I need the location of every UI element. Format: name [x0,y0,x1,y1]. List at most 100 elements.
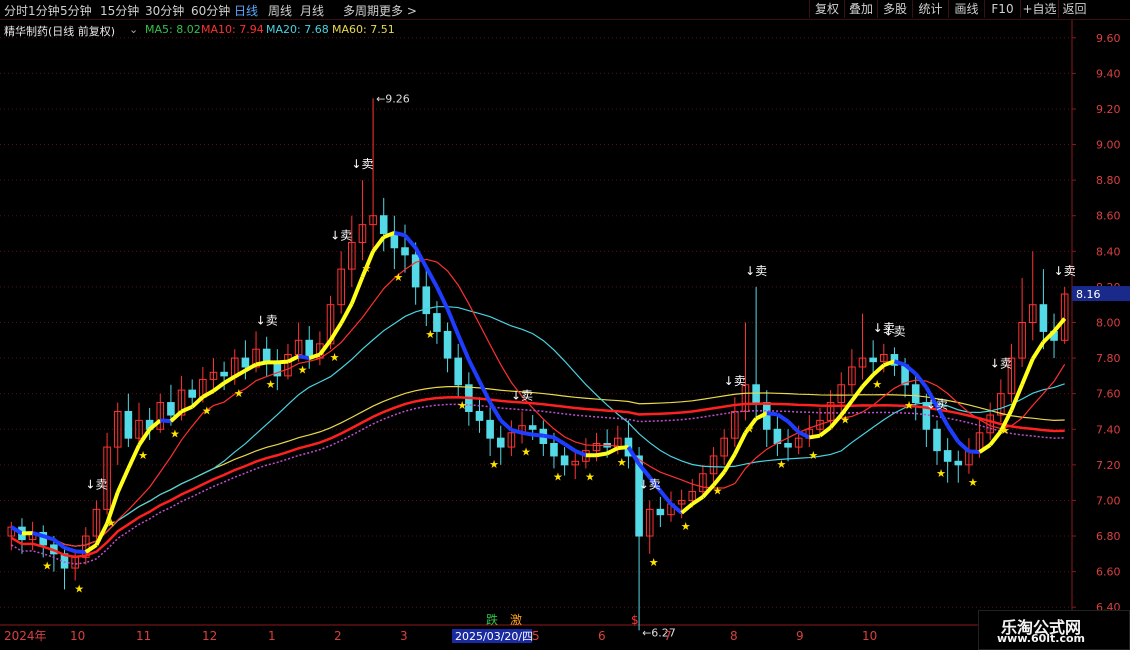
price-tick-label: 9.20 [1096,103,1121,116]
month-label: 6 [598,629,606,643]
sell-signal: ↓卖 [639,477,661,491]
month-label: 10 [70,629,85,643]
trend-ribbon-segment [467,358,482,383]
period-tab-8[interactable]: 月线 [300,2,324,19]
trend-ribbon-segment [978,443,992,454]
trend-ribbon-segment [287,354,300,364]
price-tick-label: 8.40 [1096,245,1121,258]
price-tick-label: 6.60 [1096,566,1121,579]
trend-ribbon-segment [722,453,737,473]
period-tab-5[interactable]: 60分钟 [191,2,230,19]
candle-body [869,357,877,363]
trend-ribbon-segment [776,412,790,424]
trend-ribbon-segment [339,302,354,325]
buy-star-signal: ★ [808,449,818,462]
buy-star-signal: ★ [202,405,212,418]
month-label: 2 [334,629,342,643]
candle-body [475,410,484,421]
period-tab-0[interactable]: 分时 [4,2,28,19]
buy-star-signal: ★ [553,470,563,483]
tool-button-7[interactable]: 返回 [1058,0,1090,18]
period-tab-4[interactable]: 30分钟 [145,2,184,19]
month-label: 8 [730,629,738,643]
buy-star-signal: ★ [649,556,659,569]
period-tab-9[interactable]: 多周期 [343,2,379,19]
buy-star-signal: ★ [489,458,499,471]
month-label: 9 [796,629,804,643]
ji-label: 激 [510,613,522,627]
buy-star-signal: ★ [42,559,52,572]
sell-signal: ↓卖 [330,228,352,242]
tool-button-0[interactable]: 复权 [809,0,844,18]
tool-button-6[interactable]: +自选 [1020,0,1058,18]
tool-button-5[interactable]: F10 [984,0,1020,18]
price-tick-label: 9.60 [1096,32,1121,45]
period-tab-7[interactable]: 周线 [268,2,292,19]
buy-star-signal: ★ [713,485,723,498]
trend-ribbon-segment [371,235,386,253]
trend-ribbon-segment [277,359,289,365]
watermark: 乐淘公式网 www.60lt.com [978,610,1130,650]
trend-ribbon-segment [766,411,778,417]
buy-star-signal: ★ [425,328,435,341]
candle-body [550,443,558,457]
buy-star-signal: ★ [585,470,595,483]
die-label: 跌 [486,612,498,627]
trend-ribbon-segment [680,502,694,515]
candle-body [241,357,250,368]
period-tab-3[interactable]: 15分钟 [100,2,139,19]
trend-ribbon-segment [786,420,801,434]
trend-ribbon-segment [574,449,587,458]
candle-body [379,215,388,235]
trend-ribbon-segment [233,368,247,379]
period-tab-2[interactable]: 5分钟 [60,2,92,19]
trend-ribbon-segment [1052,317,1067,333]
month-label: 7 [664,629,672,643]
buy-star-signal: ★ [904,399,914,412]
trend-ribbon-segment [596,451,608,458]
period-tab-6[interactable]: 日线 [234,2,258,19]
price-tick-label: 7.00 [1096,494,1121,507]
buy-star-signal: ★ [138,449,148,462]
trend-ribbon-segment [1020,358,1035,386]
trend-ribbon-segment [532,432,544,438]
month-label: 5 [532,629,540,643]
price-tick-label: 7.60 [1096,388,1121,401]
trend-ribbon-segment [160,418,172,424]
candle-body [262,348,271,363]
trend-ribbon-segment [521,430,534,437]
trend-ribbon-segment [552,435,566,446]
trend-ribbon-segment [393,230,406,238]
candle-body [220,371,228,377]
price-tick-label: 7.80 [1096,352,1121,365]
tool-button-1[interactable]: 叠加 [844,0,877,18]
buy-star-signal: ★ [745,422,755,435]
trend-ribbon-segment [510,428,523,435]
kline-chart[interactable]: 9.609.409.209.008.808.608.408.208.007.80… [0,20,1130,650]
candle-body [560,455,569,466]
trend-ribbon-segment [180,405,193,414]
price-tick-label: 6.80 [1096,530,1121,543]
buy-star-signal: ★ [330,351,340,364]
trend-ribbon-segment [617,445,629,451]
candle-body [496,437,505,448]
buy-star-signal: ★ [106,517,116,530]
tool-button-3[interactable]: 统计 [912,0,948,18]
trend-ribbon-segment [956,440,971,453]
candle-body [933,428,941,452]
trend-ribbon-segment [328,322,343,342]
trend-ribbon-segment [563,442,577,453]
buy-star-signal: ★ [266,378,276,391]
trend-ribbon-segment [223,374,236,385]
period-tab-10[interactable]: 更多 > [379,2,417,19]
tool-button-2[interactable]: 多股 [877,0,912,18]
period-tab-1[interactable]: 1分钟 [28,2,60,19]
trend-ribbon-segment [298,354,310,361]
tool-button-4[interactable]: 画线 [948,0,984,18]
trend-ribbon-segment [945,424,960,443]
trend-ribbon-segment [435,286,450,310]
trend-ribbon-segment [255,360,268,367]
price-tick-label: 9.40 [1096,67,1121,80]
sell-signal: ↓卖 [256,314,278,328]
sell-signal: ↓卖 [745,264,767,278]
